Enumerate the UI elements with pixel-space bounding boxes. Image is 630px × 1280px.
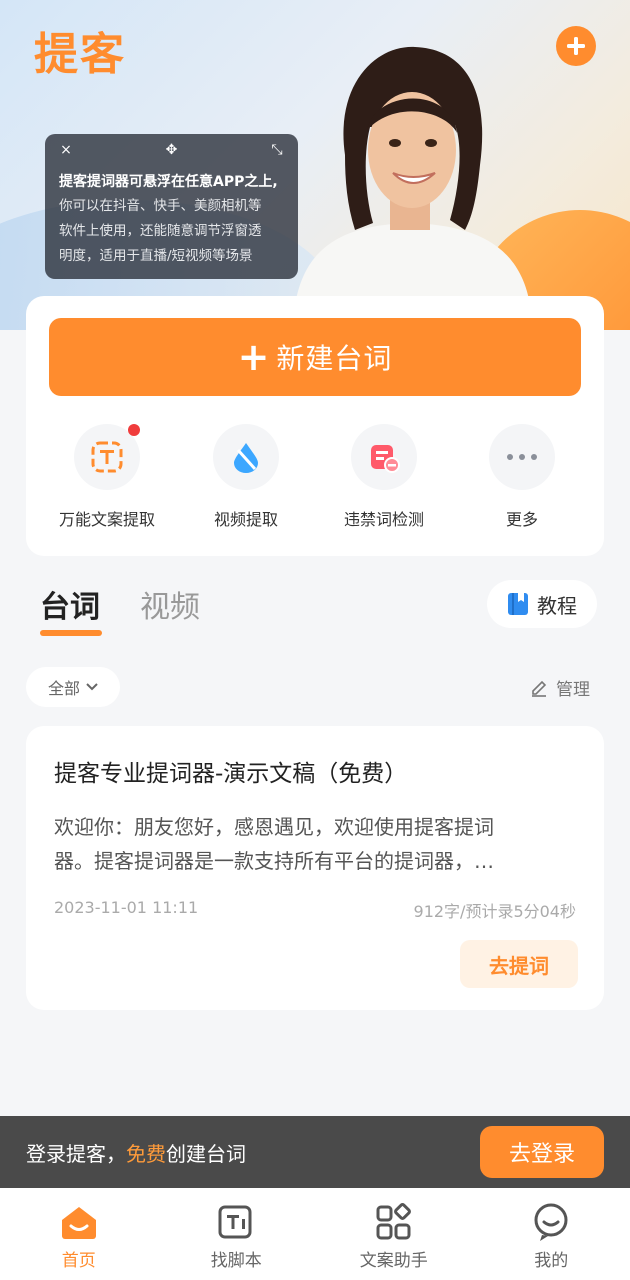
profile-icon [473,1200,630,1244]
script-preview-line: 欢迎你：朋友您好，感恩遇见，欢迎使用提客提词 [54,815,494,839]
login-button[interactable]: 去登录 [480,1126,604,1178]
shrink-icon[interactable]: ⤡ [270,142,284,162]
apps-icon [315,1200,473,1244]
script-preview-line: 器。提客提词器是一款支持所有平台的提词器，… [54,849,494,873]
login-text-part: 登录提客， [26,1141,126,1166]
new-script-button[interactable]: + 新建台词 [49,318,581,396]
popup-text-line: 你可以在抖音、快手、美颜相机等 [59,198,262,214]
copy-extract-icon [74,424,140,490]
tutorial-label: 教程 [537,593,577,618]
nav-home[interactable]: 首页 [0,1188,158,1280]
content-tabs: 台词 视频 [40,582,200,636]
tool-label: 违禁词检测 [343,510,424,529]
tab-video[interactable]: 视频 [140,582,200,626]
plus-icon [567,37,585,55]
tab-lines[interactable]: 台词 [40,582,102,636]
script-date: 2023-11-01 11:11 [54,898,199,917]
tutorial-button[interactable]: 教程 [487,580,597,628]
popup-text-line: 明度，适用于直播/短视频等场景 [59,248,253,264]
main-actions-card: + 新建台词 万能文案提取 视频提取 违禁词检测 更多 [26,296,604,556]
script-title: 提客专业提词器-演示文稿（免费） [54,761,408,787]
login-prompt-text: 登录提客，免费创建台词 [26,1138,246,1167]
nav-label: 找脚本 [210,1251,262,1271]
add-button[interactable] [556,26,596,66]
login-text-highlight: 免费 [126,1141,166,1166]
move-icon[interactable]: ✥ [165,142,179,162]
tool-banned-words[interactable]: 违禁词检测 [314,424,454,530]
nav-profile[interactable]: 我的 [473,1188,630,1280]
home-icon [0,1200,158,1244]
script-icon [158,1200,316,1244]
nav-label: 文案助手 [359,1251,428,1271]
book-icon [508,593,528,615]
manage-button[interactable]: 管理 [530,675,590,700]
tool-more[interactable]: 更多 [452,424,592,530]
floating-teleprompter-popup: × ✥ ⤡ 提客提词器可悬浮在任意APP之上, 你可以在抖音、快手、美颜相机等 … [45,134,298,279]
bottom-navigation: 首页 找脚本 文案助手 我的 [0,1188,630,1280]
banned-words-icon [351,424,417,490]
script-meta: 2023-11-01 11:11 912字/预计录5分04秒 [54,898,576,922]
more-dots-icon [489,424,555,490]
nav-copy-assistant[interactable]: 文案助手 [315,1188,473,1280]
notification-dot [128,424,140,436]
login-text-part: 创建台词 [166,1141,246,1166]
new-script-label: 新建台词 [276,342,393,375]
login-prompt-bar: 登录提客，免费创建台词 去登录 [0,1116,630,1188]
nav-label: 我的 [534,1251,569,1271]
tool-label: 视频提取 [213,510,278,529]
tool-label: 万能文案提取 [58,510,155,529]
tool-label: 更多 [505,510,538,529]
manage-label: 管理 [556,680,590,700]
script-preview: 欢迎你：朋友您好，感恩遇见，欢迎使用提客提词 器。提客提词器是一款支持所有平台的… [54,810,576,878]
plus-icon: + [237,335,271,379]
filter-dropdown[interactable]: 全部 [26,667,120,707]
script-card[interactable]: 提客专业提词器-演示文稿（免费） 欢迎你：朋友您好，感恩遇见，欢迎使用提客提词 … [26,726,604,1010]
app-logo: 提客 [34,29,126,80]
nav-find-script[interactable]: 找脚本 [158,1188,316,1280]
pencil-icon [532,680,547,697]
hero-banner: 提客 × ✥ ⤡ 提客提词器可悬浮在任意APP之上, 你可以在抖音、快手、美颜相… [0,0,630,330]
tool-copy-extract[interactable]: 万能文案提取 [37,424,177,530]
chevron-down-icon [86,683,98,691]
nav-label: 首页 [61,1251,96,1271]
tool-video-extract[interactable]: 视频提取 [176,424,316,530]
filter-label: 全部 [47,679,80,698]
close-icon[interactable]: × [59,142,73,162]
start-teleprompt-button[interactable]: 去提词 [460,940,578,988]
popup-text-line: 软件上使用，还能随意调节浮窗透 [59,223,262,239]
popup-text-line: 提客提词器可悬浮在任意APP之上, [59,174,278,190]
water-drop-icon [213,424,279,490]
script-stats: 912字/预计录5分04秒 [413,902,576,921]
hero-person-image [295,46,530,305]
